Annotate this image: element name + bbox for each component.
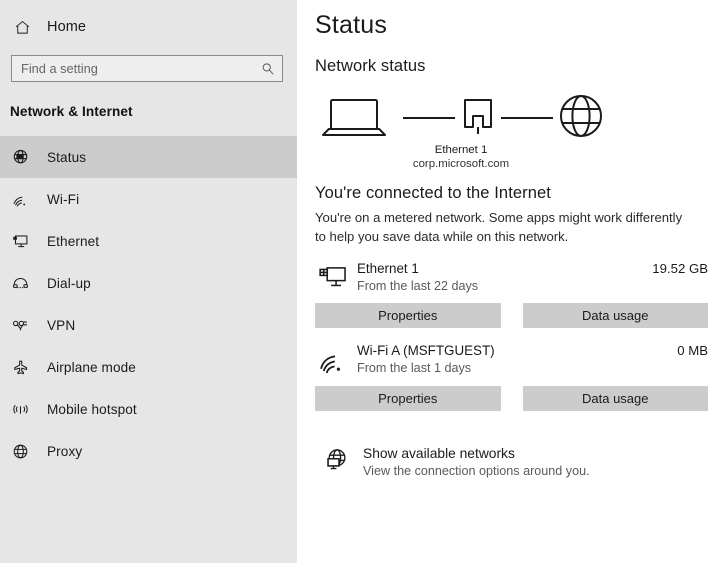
sidebar-item-label: Mobile hotspot: [47, 402, 137, 417]
sidebar-nav: Status Wi-Fi: [0, 136, 297, 472]
sidebar-home[interactable]: Home: [0, 10, 297, 44]
adapter-name: Ethernet 1: [357, 260, 478, 278]
adapter-button-row: Properties Data usage: [315, 386, 708, 411]
mobile-hotspot-icon: [10, 399, 31, 420]
adapter-data-usage-value: 0 MB: [677, 343, 708, 358]
sidebar: Home Network & Internet: [0, 0, 297, 563]
wifi-icon: [317, 345, 347, 375]
sidebar-item-label: VPN: [47, 318, 75, 333]
sidebar-item-label: Ethernet: [47, 234, 99, 249]
show-available-networks-link[interactable]: Show available networks View the connect…: [315, 445, 708, 480]
adapter-name: Wi-Fi A (MSFTGUEST): [357, 342, 495, 360]
sidebar-item-status[interactable]: Status: [0, 136, 297, 178]
home-icon: [12, 17, 33, 38]
search-box[interactable]: [11, 55, 283, 82]
adapter-data-usage-value: 19.52 GB: [652, 261, 708, 276]
search-input[interactable]: [12, 56, 282, 81]
sidebar-item-label: Airplane mode: [47, 360, 136, 375]
wifi-icon: [10, 189, 31, 210]
sidebar-section-title: Network & Internet: [0, 104, 297, 119]
connection-state-title: You're connected to the Internet: [315, 184, 708, 203]
main-content: Status Network status: [297, 0, 728, 563]
sidebar-item-airplane-mode[interactable]: Airplane mode: [0, 346, 297, 388]
adapter-header: Ethernet 1 From the last 22 days 19.52 G…: [315, 260, 708, 294]
sidebar-item-label: Dial-up: [47, 276, 91, 291]
ethernet-properties-button[interactable]: Properties: [315, 303, 501, 328]
network-globe-icon: [323, 447, 349, 473]
laptop-icon: [323, 100, 385, 135]
connection-state-description: You're on a metered network. Some apps m…: [315, 209, 687, 246]
settings-window: Home Network & Internet: [0, 0, 728, 563]
adapter-button-row: Properties Data usage: [315, 303, 708, 328]
ethernet-monitor-icon: [317, 263, 347, 293]
sidebar-item-wifi[interactable]: Wi-Fi: [0, 178, 297, 220]
page-title: Status: [315, 11, 708, 40]
network-diagram-graphic: [315, 90, 607, 146]
network-diagram: Ethernet 1 corp.microsoft.com: [315, 90, 708, 178]
proxy-globe-icon: [10, 441, 31, 462]
network-diagram-caption: Ethernet 1 corp.microsoft.com: [315, 144, 607, 172]
adapter-period: From the last 22 days: [357, 278, 478, 295]
globe-icon: [561, 96, 601, 136]
search-icon[interactable]: [261, 62, 275, 76]
show-networks-title: Show available networks: [363, 445, 590, 463]
show-networks-text: Show available networks View the connect…: [363, 445, 590, 480]
sidebar-item-label: Status: [47, 150, 86, 165]
wifi-data-usage-button[interactable]: Data usage: [523, 386, 709, 411]
sidebar-item-vpn[interactable]: VPN: [0, 304, 297, 346]
vpn-icon: [10, 315, 31, 336]
adapter-period: From the last 1 days: [357, 360, 495, 377]
adapter-header: Wi-Fi A (MSFTGUEST) From the last 1 days…: [315, 342, 708, 376]
diagram-adapter-name: Ethernet 1: [315, 144, 607, 158]
status-globe-icon: [10, 147, 31, 168]
sidebar-item-ethernet[interactable]: Ethernet: [0, 220, 297, 262]
network-status-heading: Network status: [315, 57, 708, 76]
diagram-domain-name: corp.microsoft.com: [315, 158, 607, 172]
sidebar-home-label: Home: [47, 19, 86, 35]
adapter-block-ethernet: Ethernet 1 From the last 22 days 19.52 G…: [315, 260, 708, 328]
sidebar-item-dial-up[interactable]: Dial-up: [0, 262, 297, 304]
show-networks-subtitle: View the connection options around you.: [363, 463, 590, 480]
adapter-text: Ethernet 1 From the last 22 days: [357, 260, 478, 294]
sidebar-item-label: Proxy: [47, 444, 82, 459]
dialup-icon: [10, 273, 31, 294]
sidebar-item-label: Wi-Fi: [47, 192, 79, 207]
wifi-properties-button[interactable]: Properties: [315, 386, 501, 411]
adapter-text: Wi-Fi A (MSFTGUEST) From the last 1 days: [357, 342, 495, 376]
sidebar-item-proxy[interactable]: Proxy: [0, 430, 297, 472]
sidebar-item-mobile-hotspot[interactable]: Mobile hotspot: [0, 388, 297, 430]
adapter-block-wifi: Wi-Fi A (MSFTGUEST) From the last 1 days…: [315, 342, 708, 410]
ethernet-icon: [10, 231, 31, 252]
airplane-icon: [10, 357, 31, 378]
ethernet-data-usage-button[interactable]: Data usage: [523, 303, 709, 328]
ethernet-plug-icon: [465, 100, 491, 134]
